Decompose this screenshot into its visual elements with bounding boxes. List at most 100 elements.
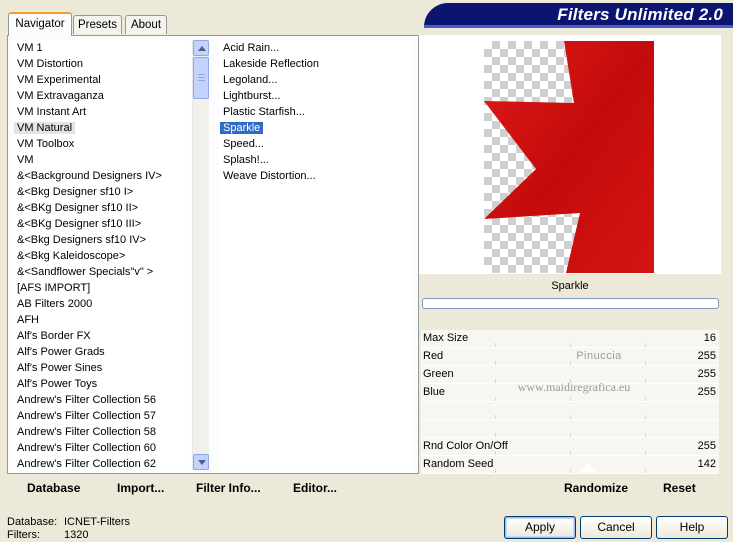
- category-item[interactable]: Andrew's Filter Collection 56: [13, 392, 191, 408]
- category-item-label: &<Sandflower Specials"v" >: [17, 266, 154, 278]
- category-item[interactable]: Alf's Power Grads: [13, 344, 191, 360]
- filter-item-label: Sparkle: [220, 122, 264, 134]
- param-value: 142: [697, 458, 716, 470]
- category-item[interactable]: VM Experimental: [13, 72, 191, 88]
- category-item[interactable]: VM 1: [13, 40, 191, 56]
- param-row[interactable]: Random Seed 142: [421, 456, 719, 474]
- category-item[interactable]: &<BKg Designer sf10 III>: [13, 216, 191, 232]
- filter-list[interactable]: Acid Rain... Lakeside Reflection Legoland.…: [219, 40, 413, 472]
- category-item-label: VM Extravaganza: [17, 90, 104, 102]
- filter-item[interactable]: Splash!...: [219, 152, 413, 168]
- param-value: 255: [697, 368, 716, 380]
- param-row[interactable]: [421, 402, 719, 420]
- current-filter-name: Sparkle: [551, 280, 589, 292]
- category-item[interactable]: Andrew's Filter Collection 62: [13, 456, 191, 472]
- category-item-label: VM Natural: [14, 122, 76, 134]
- filter-item-label: Acid Rain...: [223, 42, 280, 54]
- category-item-label: Andrew's Filter Collection 58: [17, 426, 157, 438]
- category-item[interactable]: Andrew's Filter Collection 58: [13, 424, 191, 440]
- category-item[interactable]: Alf's Power Toys: [13, 376, 191, 392]
- param-label: Blue: [423, 386, 446, 398]
- filter-item-label: Speed...: [223, 138, 264, 150]
- category-item[interactable]: Alf's Power Sines: [13, 360, 191, 376]
- category-scrollbar[interactable]: [192, 40, 209, 470]
- category-item[interactable]: VM: [13, 152, 191, 168]
- category-item-label: Andrew's Filter Collection 62: [17, 458, 157, 470]
- status-database-value: ICNET-Filters: [64, 516, 130, 528]
- category-item-label: Alf's Power Toys: [17, 378, 98, 390]
- import-button[interactable]: Import...: [117, 481, 164, 495]
- category-item[interactable]: AFH: [13, 312, 191, 328]
- randomize-button[interactable]: Randomize: [564, 481, 628, 495]
- slider-tick: [495, 433, 496, 437]
- status-filters-label: Filters:: [7, 529, 40, 541]
- filter-item[interactable]: Plastic Starfish...: [219, 104, 413, 120]
- param-label: Green: [423, 368, 454, 380]
- category-item[interactable]: VM Natural: [13, 120, 191, 136]
- category-list[interactable]: VM 1 VM Distortion VM Experimental VM Extra…: [13, 40, 191, 472]
- category-item[interactable]: &<Bkg Kaleidoscope>: [13, 248, 191, 264]
- scroll-thumb[interactable]: [193, 57, 209, 99]
- category-item[interactable]: VM Extravaganza: [13, 88, 191, 104]
- filter-item[interactable]: Weave Distortion...: [219, 168, 413, 184]
- category-item[interactable]: &<Background Designers IV>: [13, 168, 191, 184]
- tab-navigator[interactable]: Navigator: [8, 12, 72, 36]
- category-item[interactable]: VM Toolbox: [13, 136, 191, 152]
- category-item[interactable]: &<BKg Designer sf10 II>: [13, 200, 191, 216]
- category-item-label: VM Distortion: [17, 58, 84, 70]
- filter-item[interactable]: Legoland...: [219, 72, 413, 88]
- param-row[interactable]: Max Size 16: [421, 330, 719, 348]
- category-item-label: AFH: [17, 314, 39, 326]
- category-item-label: &<Bkg Kaleidoscope>: [17, 250, 126, 262]
- status-filters-value: 1320: [64, 529, 89, 541]
- category-item[interactable]: [AFS IMPORT]: [13, 280, 191, 296]
- tab-presets[interactable]: Presets: [73, 15, 122, 34]
- category-item-label: &<Bkg Designers sf10 IV>: [17, 234, 147, 246]
- title-banner: Filters Unlimited 2.0: [424, 3, 733, 28]
- category-item[interactable]: VM Distortion: [13, 56, 191, 72]
- filter-item[interactable]: Lightburst...: [219, 88, 413, 104]
- cancel-button[interactable]: Cancel: [580, 516, 652, 539]
- scroll-down-button[interactable]: [193, 454, 209, 470]
- scroll-up-button[interactable]: [193, 40, 209, 56]
- reset-button[interactable]: Reset: [663, 481, 696, 495]
- preview-image: [484, 41, 654, 273]
- category-item[interactable]: AB Filters 2000: [13, 296, 191, 312]
- category-item-label: AB Filters 2000: [17, 298, 93, 310]
- param-row[interactable]: Rnd Color On/Off 255: [421, 438, 719, 456]
- slider-tick: [645, 433, 646, 437]
- right-toolbar: Randomize Reset: [419, 476, 721, 500]
- category-item[interactable]: &<Bkg Designer sf10 I>: [13, 184, 191, 200]
- category-item-label: Alf's Power Grads: [17, 346, 105, 358]
- filter-info-button[interactable]: Filter Info...: [196, 481, 261, 495]
- param-label: Max Size: [423, 332, 469, 344]
- apply-button[interactable]: Apply: [504, 516, 576, 539]
- editor-button[interactable]: Editor...: [293, 481, 337, 495]
- watermark-line-2: www.maidiregrafica.eu: [517, 380, 631, 394]
- slider-tick: [495, 451, 496, 455]
- category-item[interactable]: Andrew's Filter Collection 60: [13, 440, 191, 456]
- filter-item[interactable]: Acid Rain...: [219, 40, 413, 56]
- slider-tick: [645, 397, 646, 401]
- filter-item[interactable]: Lakeside Reflection: [219, 56, 413, 72]
- filter-item-label: Weave Distortion...: [223, 170, 316, 182]
- category-item[interactable]: Alf's Border FX: [13, 328, 191, 344]
- category-item-label: [AFS IMPORT]: [17, 282, 91, 294]
- filter-item[interactable]: Sparkle: [219, 120, 413, 136]
- preview-panel: [419, 35, 721, 275]
- category-item-label: &<Bkg Designer sf10 I>: [17, 186, 134, 198]
- help-button[interactable]: Help: [656, 516, 728, 539]
- slider-tick: [495, 343, 496, 347]
- filter-item[interactable]: Speed...: [219, 136, 413, 152]
- category-item[interactable]: &<Bkg Designers sf10 IV>: [13, 232, 191, 248]
- category-item[interactable]: VM Instant Art: [13, 104, 191, 120]
- category-item[interactable]: &<Sandflower Specials"v" >: [13, 264, 191, 280]
- tab-about[interactable]: About: [125, 15, 167, 34]
- category-item-label: VM 1: [17, 42, 43, 54]
- filter-item-label: Legoland...: [223, 74, 278, 86]
- database-button[interactable]: Database: [27, 481, 80, 495]
- slider-tick: [570, 397, 571, 401]
- category-item[interactable]: Andrew's Filter Collection 57: [13, 408, 191, 424]
- param-row[interactable]: [421, 420, 719, 438]
- slider-tick: [495, 379, 496, 383]
